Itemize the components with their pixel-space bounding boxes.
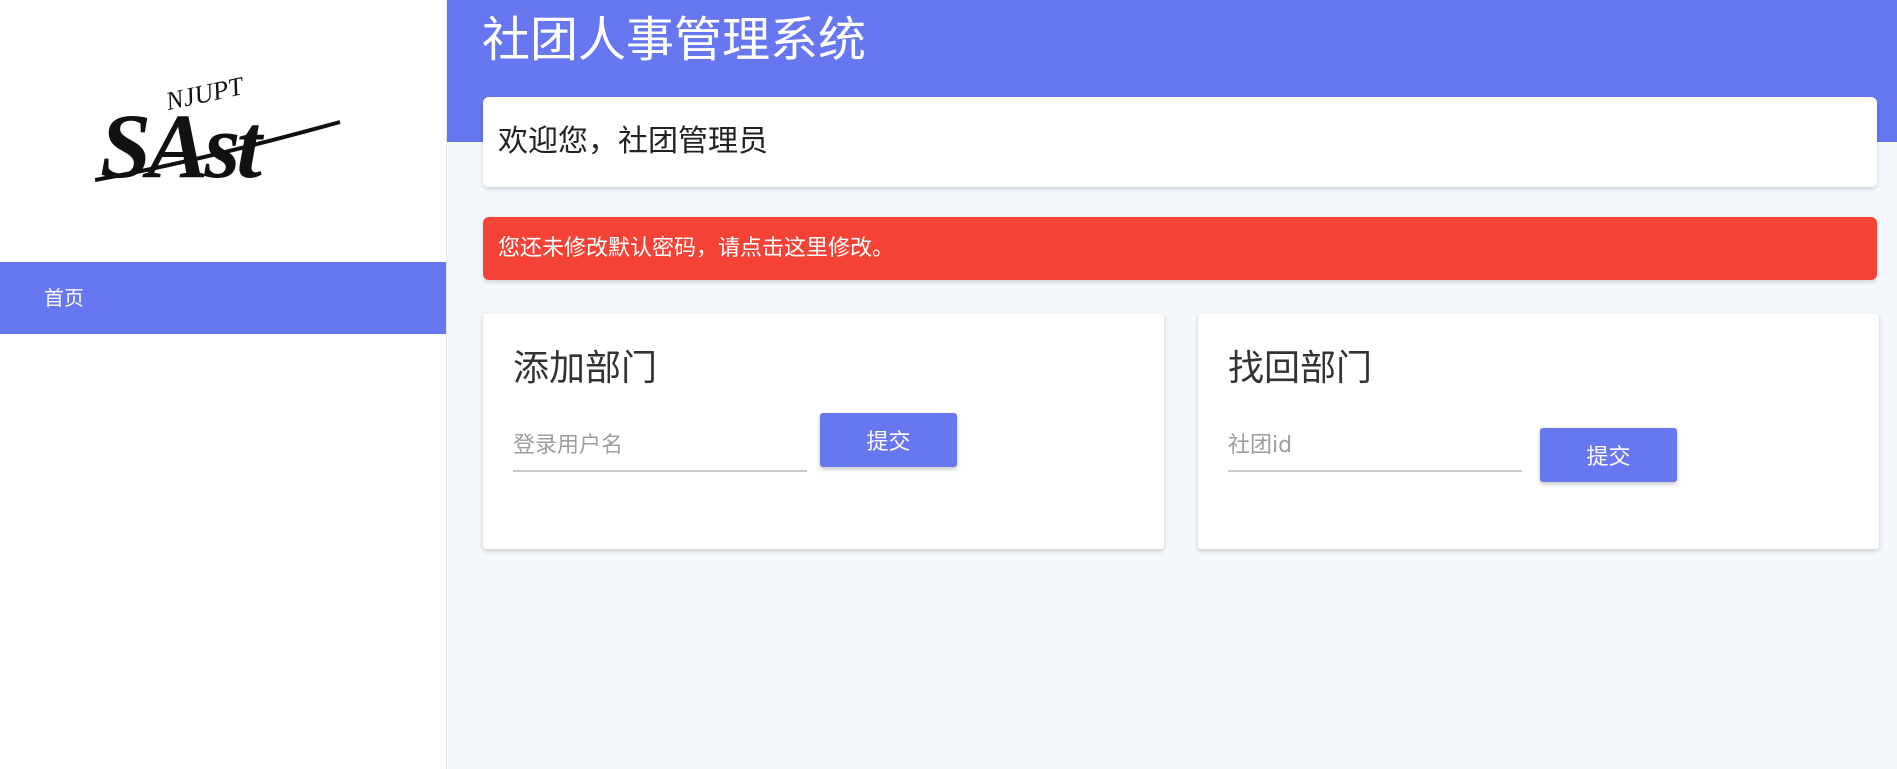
sidebar: NJUPT SAst 首页 [0, 0, 447, 769]
welcome-card: 欢迎您，社团管理员 [483, 97, 1877, 187]
page-title: 社团人事管理系统 [482, 12, 867, 68]
welcome-text: 欢迎您，社团管理员 [498, 124, 768, 159]
add-department-card: 添加部门 提交 [483, 314, 1164, 549]
recover-department-card: 找回部门 提交 [1198, 314, 1879, 549]
logo-main-text: SAst [100, 95, 264, 192]
card-title: 添加部门 [513, 348, 658, 389]
club-id-input[interactable] [1228, 420, 1522, 472]
logo-graphic: NJUPT SAst [94, 71, 341, 197]
main-content: 社团人事管理系统 欢迎您，社团管理员 您还未修改默认密码，请点击这里修改。 添加… [447, 0, 1897, 769]
alert-text: 您还未修改默认密码，请点击这里修改。 [498, 236, 895, 261]
sast-njupt-logo: NJUPT SAst [94, 62, 345, 197]
recover-department-submit-button[interactable]: 提交 [1540, 428, 1677, 482]
add-department-submit-button[interactable]: 提交 [820, 413, 957, 467]
login-username-input[interactable] [513, 420, 807, 472]
sidebar-item-home[interactable]: 首页 [0, 262, 446, 334]
card-title: 找回部门 [1228, 348, 1373, 389]
sidebar-item-label: 首页 [44, 286, 84, 310]
change-password-alert[interactable]: 您还未修改默认密码，请点击这里修改。 [483, 217, 1877, 280]
